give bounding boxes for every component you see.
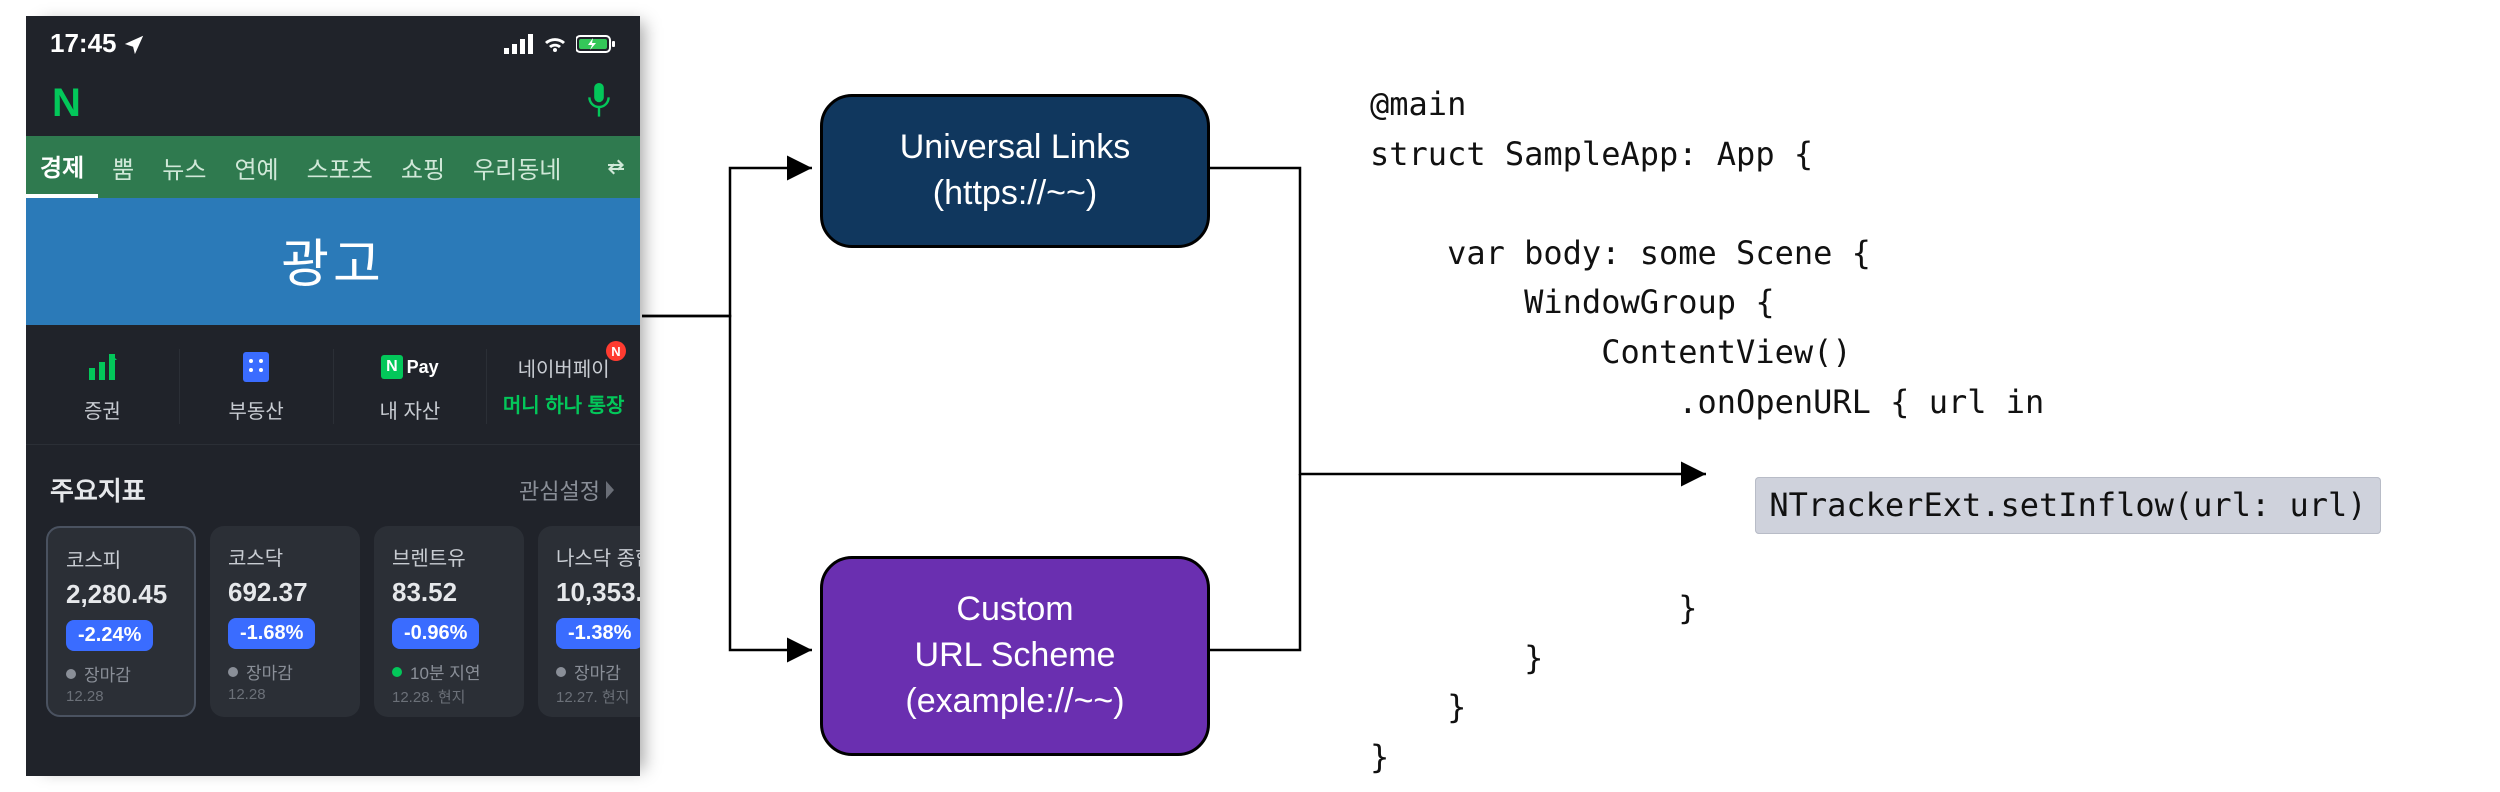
tab-local[interactable]: 우리동네	[459, 150, 575, 185]
index-time: 12.28	[228, 686, 342, 703]
custom-url-scheme-box: Custom URL Scheme (example://~~)	[820, 556, 1210, 756]
quick-realestate-label: 부동산	[184, 395, 329, 424]
index-time: 12.28	[66, 688, 176, 705]
notification-badge: N	[606, 341, 626, 361]
card-kospi[interactable]: 코스피 2,280.45 -2.24% 장마감 12.28	[46, 526, 196, 717]
phone-screenshot: 17:45 N 경제 뿜 뉴스 연예 스포츠 쇼핑 우리동네	[26, 16, 640, 776]
index-status: 10분 지연	[392, 659, 506, 684]
code-line: }	[1370, 688, 1466, 726]
index-name: 브렌트유	[392, 542, 506, 571]
code-line: ContentView()	[1370, 333, 1852, 371]
quick-stocks[interactable]: 증권	[26, 349, 180, 424]
card-kosdaq[interactable]: 코스닥 692.37 -1.68% 장마감 12.28	[210, 526, 360, 717]
code-highlight-setinflow: NTrackerExt.setInflow(url: url)	[1755, 477, 2380, 535]
custom-url-scheme: (example://~~)	[905, 679, 1124, 725]
mic-button[interactable]	[584, 83, 614, 124]
index-change: -1.68%	[228, 618, 315, 649]
index-time: 12.28. 현지	[392, 686, 506, 707]
quick-stocks-label: 증권	[30, 395, 175, 424]
code-line: }	[1370, 738, 1389, 776]
naver-logo[interactable]: N	[52, 81, 77, 126]
location-arrow-icon	[123, 33, 145, 55]
card-nasdaq[interactable]: 나스닥 종합 10,353.2 -1.38% 장마감 12.27. 현지	[538, 526, 640, 717]
index-name: 코스닥	[228, 542, 342, 571]
index-name: 코스피	[66, 544, 176, 573]
index-value: 2,280.45	[66, 579, 176, 610]
code-line: .onOpenURL { url in	[1370, 383, 2044, 421]
stocks-icon	[87, 354, 117, 380]
tab-shopping[interactable]: 쇼핑	[387, 150, 459, 185]
universal-links-scheme: (https://~~)	[933, 171, 1097, 217]
index-status: 장마감	[556, 659, 640, 684]
universal-links-title: Universal Links	[900, 125, 1131, 171]
custom-url-subtitle: URL Scheme	[915, 633, 1116, 679]
index-name: 나스닥 종합	[556, 542, 640, 571]
quick-realestate[interactable]: 부동산	[180, 349, 334, 424]
mic-icon	[584, 83, 614, 119]
npay-text: Pay	[407, 357, 439, 378]
cellular-icon	[504, 34, 534, 54]
custom-url-title: Custom	[956, 587, 1073, 633]
swap-icon	[604, 155, 628, 179]
card-brent[interactable]: 브렌트유 83.52 -0.96% 10분 지연 12.28. 현지	[374, 526, 524, 717]
quick-myassets[interactable]: N Pay 내 자산	[334, 349, 488, 424]
index-cards[interactable]: 코스피 2,280.45 -2.24% 장마감 12.28 코스닥 692.37…	[26, 526, 640, 729]
battery-charging-icon	[576, 34, 616, 54]
tabs-swap-button[interactable]	[592, 136, 640, 198]
code-line: @main	[1370, 85, 1466, 123]
naverpay-name: 네이버페이	[518, 353, 610, 382]
code-line: var body: some Scene {	[1370, 234, 1871, 272]
code-line: }	[1370, 589, 1698, 627]
code-line: struct SampleApp: App {	[1370, 135, 1813, 173]
chevron-right-icon	[604, 481, 616, 499]
tab-economy[interactable]: 경제	[26, 136, 98, 198]
quick-myassets-label: 내 자산	[338, 395, 483, 424]
quick-naverpay[interactable]: N 네이버페이 머니 하나 통장	[487, 349, 640, 424]
building-icon	[243, 352, 269, 382]
ad-banner[interactable]: 광고	[26, 198, 640, 325]
index-change: -2.24%	[66, 620, 153, 651]
key-indices-title: 주요지표	[50, 471, 146, 508]
index-value: 692.37	[228, 577, 342, 608]
universal-links-box: Universal Links (https://~~)	[820, 94, 1210, 248]
index-value: 83.52	[392, 577, 506, 608]
tab-news[interactable]: 뉴스	[148, 150, 220, 185]
index-status: 장마감	[228, 659, 342, 684]
index-change: -1.38%	[556, 618, 640, 649]
index-change: -0.96%	[392, 618, 479, 649]
key-indices-header: 주요지표 관심설정	[26, 445, 640, 526]
app-header: N	[26, 67, 640, 136]
category-tabs[interactable]: 경제 뿜 뉴스 연예 스포츠 쇼핑 우리동네	[26, 136, 640, 198]
code-line: WindowGroup {	[1370, 283, 1775, 321]
tab-sports[interactable]: 스포츠	[293, 150, 387, 185]
index-status: 장마감	[66, 661, 176, 686]
code-line: }	[1370, 639, 1543, 677]
code-sample: @main struct SampleApp: App { var body: …	[1370, 80, 2381, 782]
quick-links-row: 증권 부동산 N Pay 내 자산 N 네이버페이 머니 하나	[26, 325, 640, 445]
index-value: 10,353.2	[556, 577, 640, 608]
npay-badge: N	[381, 355, 403, 379]
interest-settings-link[interactable]: 관심설정	[519, 474, 616, 506]
status-time: 17:45	[50, 28, 145, 59]
tab-bbum[interactable]: 뿜	[98, 150, 148, 185]
tab-entertainment[interactable]: 연예	[220, 150, 292, 185]
naverpay-subtitle: 머니 하나 통장	[491, 389, 636, 418]
index-time: 12.27. 현지	[556, 686, 640, 707]
wifi-icon	[542, 34, 568, 54]
status-bar: 17:45	[26, 16, 640, 67]
